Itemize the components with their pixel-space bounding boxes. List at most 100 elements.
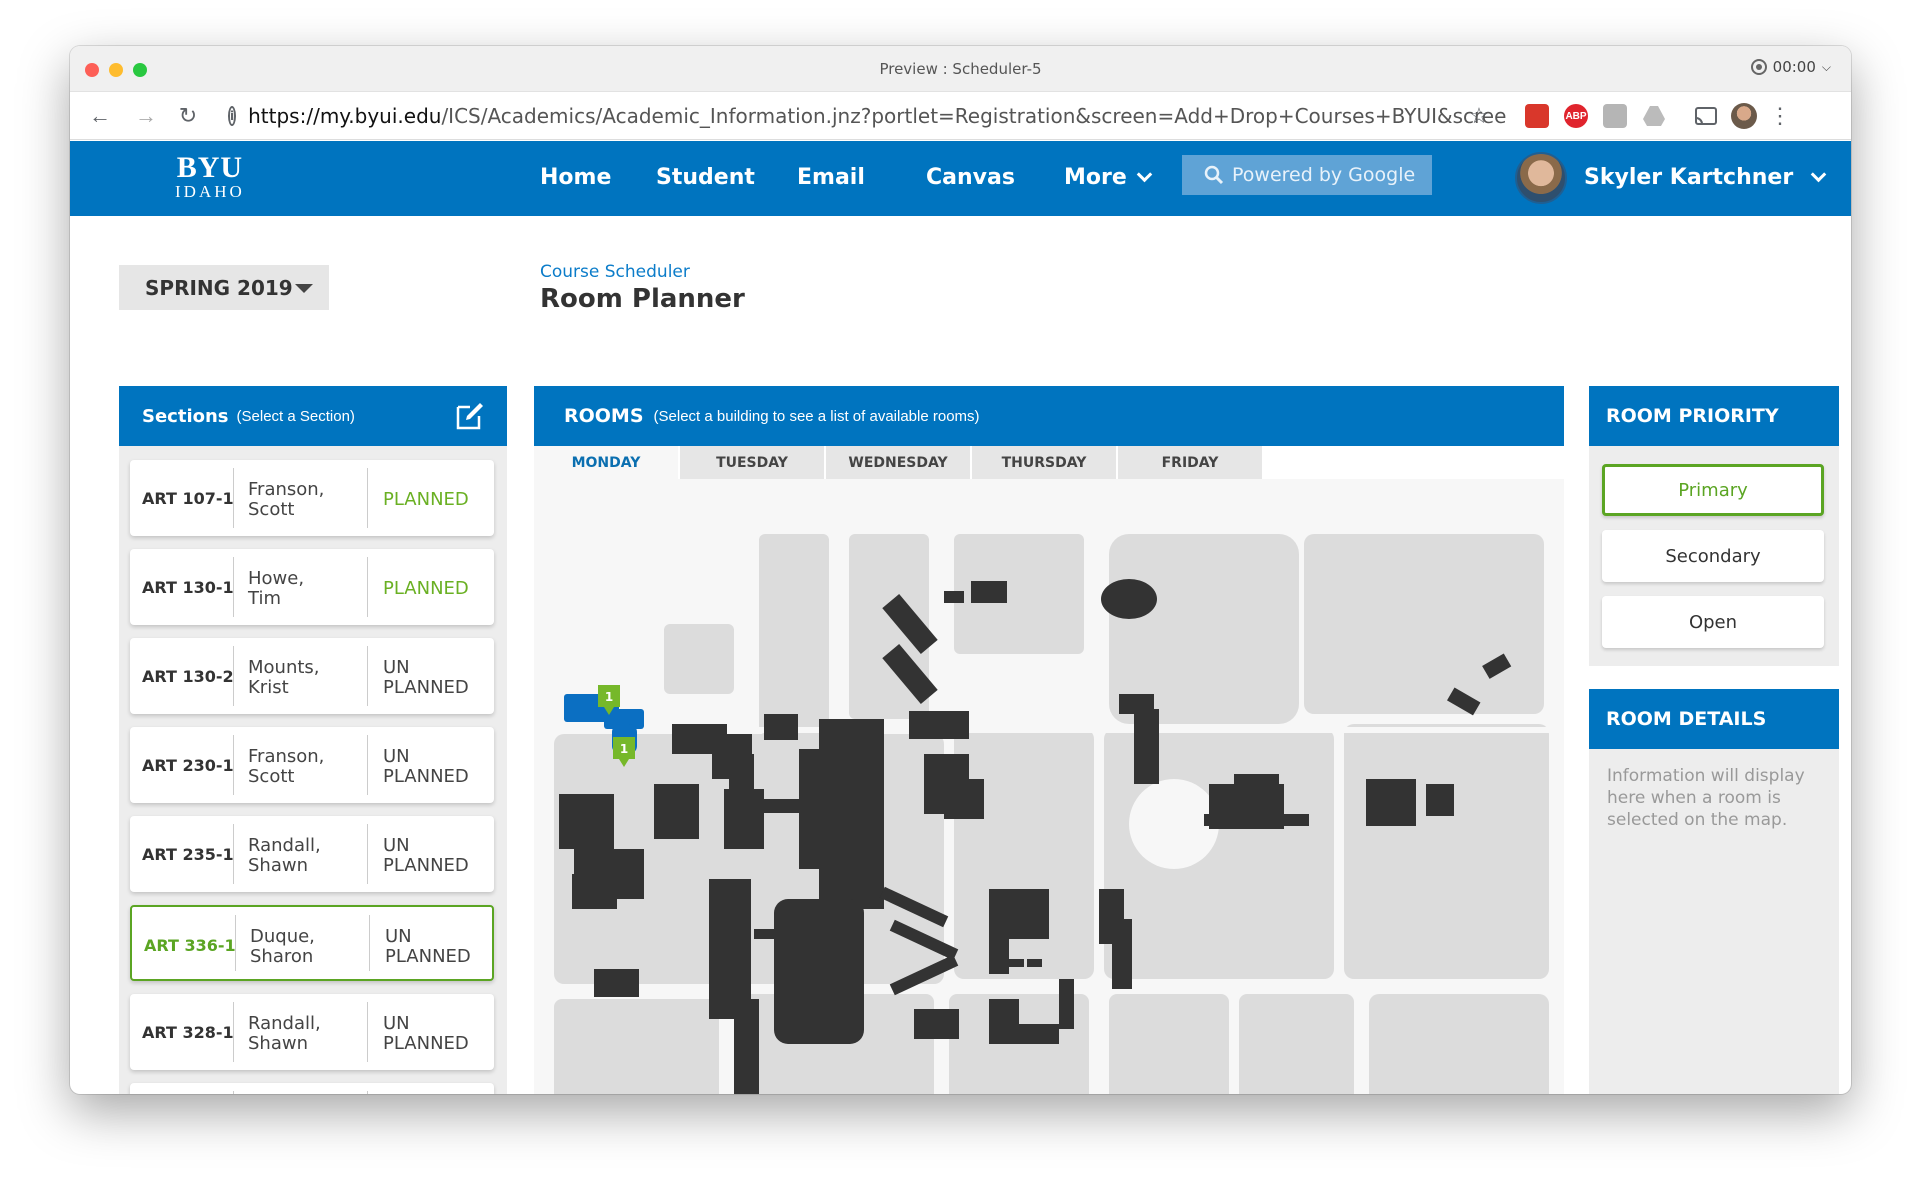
section-card[interactable]: ART 416-1Huntsman,WadeUNPLANNED [130, 1083, 494, 1094]
recording-indicator[interactable]: 00:00 ⌵ [1750, 58, 1831, 76]
section-code: ART 336-1 [144, 935, 236, 955]
section-card[interactable]: ART 235-1 Randall, Shawn UN PLANNED [130, 816, 494, 892]
divider [367, 468, 368, 528]
edit-icon[interactable] [455, 401, 485, 431]
section-code: ART 107-1 [142, 488, 234, 508]
tab-friday[interactable]: FRIDAY [1118, 446, 1264, 479]
section-card[interactable]: ART 130-1 Howe, Tim PLANNED [130, 549, 494, 625]
instructor-first: Shawn [248, 1033, 308, 1054]
star-icon[interactable]: ☆ [1465, 102, 1493, 130]
nav-canvas[interactable]: Canvas [926, 165, 1015, 190]
rooms-header: ROOMS (Select a building to see a list o… [534, 386, 1564, 446]
search-placeholder: Powered by Google [1232, 164, 1416, 186]
section-code: ART 130-2 [142, 666, 234, 686]
sections-hint: (Select a Section) [236, 407, 355, 425]
section-card[interactable]: ART 130-2 Mounts, Krist UN PLANNED [130, 638, 494, 714]
logo-top: BYU [176, 151, 244, 184]
instructor-last: Randall, [248, 1013, 321, 1034]
section-instructor: Duque, Sharon [250, 927, 360, 967]
sections-header: Sections (Select a Section) [119, 386, 507, 446]
room-priority-header: ROOM PRIORITY [1589, 386, 1839, 446]
divider [233, 1002, 234, 1062]
search-input[interactable]: Powered by Google [1182, 155, 1432, 195]
window-title: Preview : Scheduler-5 [879, 60, 1042, 78]
room-details-panel: ROOM DETAILS Information will display he… [1589, 689, 1839, 1094]
puzzle-ext-icon[interactable] [1603, 104, 1627, 128]
divider [233, 468, 234, 528]
section-status: UN PLANNED [383, 747, 483, 787]
section-instructor: Howe, Tim [248, 569, 358, 609]
byu-idaho-logo[interactable]: BYU IDAHO [175, 153, 245, 201]
instructor-last: Randall, [248, 835, 321, 856]
instructor-last: Franson, [248, 746, 325, 767]
tab-tuesday[interactable]: TUESDAY [680, 446, 826, 479]
divider [233, 1091, 234, 1094]
nav-more[interactable]: More [1064, 165, 1153, 190]
forward-icon[interactable]: → [132, 102, 160, 130]
room-details-title: ROOM DETAILS [1606, 708, 1767, 730]
section-code: ART 328-1 [142, 1022, 234, 1042]
kebab-menu-icon[interactable]: ⋮ [1766, 102, 1794, 130]
rooms-hint: (Select a building to see a list of avai… [653, 407, 980, 425]
back-icon[interactable]: ← [86, 102, 114, 130]
divider [367, 1002, 368, 1062]
campus-map[interactable]: 1 1 [534, 479, 1564, 1094]
site-info-icon[interactable]: i [228, 106, 237, 126]
section-status-line1: UN [385, 926, 412, 947]
divider [367, 824, 368, 884]
bookmark-ext-icon[interactable] [1525, 104, 1549, 128]
tab-monday[interactable]: MONDAY [534, 446, 680, 479]
section-instructor: Mounts, Krist [248, 658, 358, 698]
user-avatar[interactable] [1515, 152, 1567, 204]
user-name: Skyler Kartchner [1584, 165, 1794, 190]
section-status: UN PLANNED [383, 658, 483, 698]
title-bar: Preview : Scheduler-5 00:00 ⌵ [70, 46, 1851, 92]
nav-student[interactable]: Student [656, 165, 755, 190]
priority-open-button[interactable]: Open [1602, 596, 1824, 648]
profile-avatar-icon[interactable] [1730, 102, 1758, 130]
adblock-icon[interactable]: ABP [1564, 104, 1588, 128]
section-card[interactable]: ART 107-1 Franson, Scott PLANNED [130, 460, 494, 536]
instructor-last: Howe, [248, 568, 305, 589]
section-status: UN PLANNED [385, 927, 485, 967]
section-card[interactable]: ART 230-1 Franson, Scott UN PLANNED [130, 727, 494, 803]
section-status: PLANNED [383, 578, 469, 599]
divider [235, 915, 236, 971]
map-marker-1[interactable]: 1 [605, 690, 613, 704]
breadcrumb[interactable]: Course Scheduler [540, 262, 690, 282]
day-tabs: MONDAY TUESDAY WEDNESDAY THURSDAY FRIDAY [534, 446, 1264, 479]
section-card[interactable]: ART 336-1 Duque, Sharon UN PLANNED [130, 905, 494, 981]
map-marker-2[interactable]: 1 [620, 742, 628, 756]
instructor-first: Sharon [250, 946, 314, 967]
semester-label: SPRING 2019 [145, 275, 293, 300]
room-priority-title: ROOM PRIORITY [1606, 405, 1779, 427]
drive-icon[interactable] [1642, 104, 1666, 128]
semester-select[interactable]: SPRING 2019 [119, 265, 329, 310]
page-title: Room Planner [540, 284, 745, 314]
site-header: BYU IDAHO Home Student Email Canvas More… [70, 141, 1851, 216]
reload-icon[interactable]: ↻ [174, 102, 202, 130]
priority-primary-button[interactable]: Primary [1602, 464, 1824, 516]
instructor-first: Scott [248, 766, 295, 787]
recording-time: 00:00 [1772, 58, 1816, 76]
divider [233, 557, 234, 617]
section-instructor: Randall, Shawn [248, 836, 358, 876]
section-status-line2: PLANNED [383, 855, 469, 876]
section-status-line1: UN [383, 1013, 410, 1034]
instructor-first: Scott [248, 499, 295, 520]
tab-wednesday[interactable]: WEDNESDAY [826, 446, 972, 479]
instructor-last: Duque, [250, 926, 315, 947]
section-status: UN PLANNED [383, 1014, 483, 1054]
user-menu[interactable]: Skyler Kartchner [1584, 165, 1827, 190]
cast-icon[interactable] [1692, 102, 1720, 130]
nav-home[interactable]: Home [540, 165, 611, 190]
tab-thursday[interactable]: THURSDAY [972, 446, 1118, 479]
section-card[interactable]: ART 328-1 Randall, Shawn UN PLANNED [130, 994, 494, 1070]
nav-email[interactable]: Email [797, 165, 865, 190]
address-bar[interactable]: i https://my.byui.edu/ICS/Academics/Acad… [228, 96, 1508, 136]
browser-window: Preview : Scheduler-5 00:00 ⌵ ← → ↻ i ht… [70, 46, 1851, 1094]
priority-secondary-button[interactable]: Secondary [1602, 530, 1824, 582]
room-priority-panel: ROOM PRIORITY Primary Secondary Open [1589, 386, 1839, 666]
section-status-line1: UN [383, 657, 410, 678]
instructor-last: Franson, [248, 479, 325, 500]
